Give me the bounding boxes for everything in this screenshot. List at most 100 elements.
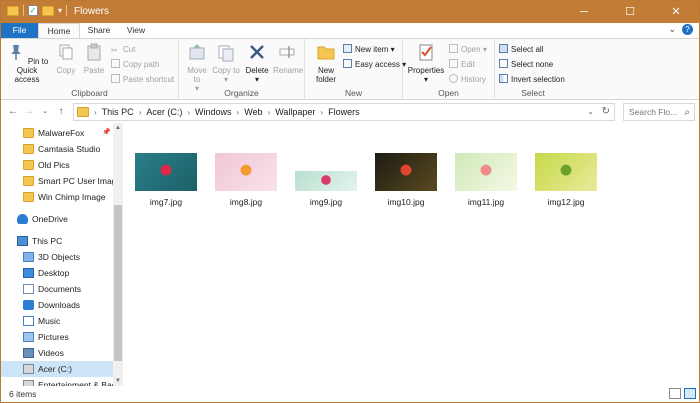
image-thumbnail[interactable] [295, 171, 357, 191]
sidebar-item-label: Camtasia Studio [38, 144, 101, 154]
sidebar-item-acer-c[interactable]: Acer (C:) [1, 361, 113, 377]
sidebar-item-pictures[interactable]: Pictures [1, 329, 113, 345]
recent-locations-chevron-icon[interactable]: ⌄ [39, 105, 51, 119]
breadcrumb-separator-icon[interactable]: › [268, 108, 271, 117]
chevron-down-icon: ▾ [482, 45, 487, 54]
breadcrumb-separator-icon[interactable]: › [320, 108, 323, 117]
breadcrumb-wallpaper[interactable]: Wallpaper [275, 107, 315, 117]
file-item[interactable]: img12.jpg [531, 153, 601, 209]
refresh-icon[interactable]: ↻ [602, 106, 610, 117]
breadcrumb-separator-icon[interactable]: › [237, 108, 240, 117]
cut-label: Cut [123, 45, 136, 54]
tab-home[interactable]: Home [38, 23, 80, 38]
history-button[interactable]: History [449, 74, 486, 85]
breadcrumb-separator-icon[interactable]: › [187, 108, 190, 117]
sidebar-item-this-pc[interactable]: This PC [1, 233, 113, 249]
paste-button[interactable]: Paste [81, 42, 107, 75]
expand-ribbon-chevron-icon[interactable]: ⌄ [668, 24, 676, 34]
breadcrumb-this-pc[interactable]: This PC [102, 107, 134, 117]
search-input[interactable]: Search Flo... ⌕ [623, 103, 695, 121]
file-name: img9.jpg [309, 197, 343, 207]
customize-toolbar-chevron-icon[interactable]: ▾ [58, 6, 62, 15]
up-arrow-icon[interactable]: ↑ [55, 105, 67, 119]
tab-share[interactable]: Share [81, 23, 117, 38]
image-thumbnail[interactable] [535, 153, 597, 191]
pin-icon[interactable]: 📌 [102, 125, 111, 141]
maximize-button[interactable]: ☐ [607, 1, 653, 23]
navigation-pane: MalwareFox 📌 Camtasia Studio Old Pics Smart … [1, 123, 123, 386]
folder-icon [23, 192, 34, 202]
sidebar-item-3d-objects[interactable]: 3D Objects [1, 249, 113, 265]
move-to-button[interactable]: Move to ▾ [183, 42, 211, 93]
file-item[interactable]: img11.jpg [451, 153, 521, 209]
new-folder-icon[interactable] [42, 5, 54, 16]
scroll-down-icon[interactable]: ▼ [113, 376, 123, 386]
image-thumbnail[interactable] [375, 153, 437, 191]
sidebar-item-old-pics[interactable]: Old Pics [1, 157, 113, 173]
sidebar-item-music[interactable]: Music [1, 313, 113, 329]
image-thumbnail[interactable] [455, 153, 517, 191]
minimize-button[interactable]: ─ [561, 1, 607, 23]
breadcrumb-separator-icon[interactable]: › [139, 108, 142, 117]
pin-to-quick-access-button[interactable]: Pin to Quick access [4, 42, 50, 84]
image-thumbnail[interactable] [135, 153, 197, 191]
help-icon[interactable]: ? [682, 24, 693, 35]
sidebar-item-downloads[interactable]: Downloads [1, 297, 113, 313]
delete-button[interactable]: Delete ▾ [243, 42, 271, 84]
toolbar-separator [66, 5, 68, 16]
sidebar-item-label: Music [38, 316, 61, 326]
properties-icon[interactable]: ✓ [28, 5, 38, 16]
sidebar-item-onedrive[interactable]: OneDrive [1, 211, 113, 227]
sidebar-item-win-chimp-image[interactable]: Win Chimp Image [1, 189, 113, 205]
pin-icon [10, 45, 21, 60]
large-icons-view-icon[interactable] [684, 388, 696, 399]
cut-button[interactable]: ✂ Cut [111, 44, 135, 55]
file-item[interactable]: img7.jpg [131, 153, 201, 209]
sidebar-item-documents[interactable]: Documents [1, 281, 113, 297]
address-history-chevron-icon[interactable]: ⌄ [587, 107, 594, 116]
easy-access-button[interactable]: Easy access ▾ [343, 59, 406, 70]
tab-view[interactable]: View [118, 23, 154, 38]
close-button[interactable]: ✕ [653, 1, 699, 23]
scrollbar-thumb[interactable] [114, 205, 122, 361]
copy-path-button[interactable]: Copy path [111, 59, 159, 70]
new-folder-button[interactable]: New folder [309, 42, 343, 84]
open-button[interactable]: Open ▾ [449, 44, 487, 55]
address-bar[interactable]: › This PC › Acer (C:) › Windows › Web › … [73, 103, 615, 121]
breadcrumb-windows[interactable]: Windows [195, 107, 232, 117]
cube-icon [23, 252, 34, 262]
sidebar-item-desktop[interactable]: Desktop [1, 265, 113, 281]
select-none-button[interactable]: Select none [499, 59, 553, 70]
image-thumbnail[interactable] [215, 153, 277, 191]
details-view-icon[interactable] [669, 388, 681, 399]
rename-button[interactable]: Rename [273, 42, 303, 75]
breadcrumb-acer-c[interactable]: Acer (C:) [146, 107, 182, 117]
copy-to-button[interactable]: Copy to ▾ [212, 42, 240, 84]
file-item[interactable]: img8.jpg [211, 153, 281, 209]
nav-scrollbar[interactable]: ▲ ▼ [113, 123, 123, 386]
sidebar-item-videos[interactable]: Videos [1, 345, 113, 361]
copy-button[interactable]: Copy [53, 42, 79, 75]
sidebar-item-camtasia-studio[interactable]: Camtasia Studio [1, 141, 113, 157]
sidebar-item-malwarefox[interactable]: MalwareFox 📌 [1, 125, 113, 141]
paste-shortcut-button[interactable]: Paste shortcut [111, 74, 174, 85]
file-list: img7.jpg img8.jpg img9.jpg img10.jpg img11.j… [123, 123, 699, 386]
sidebar-item-entertainment-bac[interactable]: Entertainment & Bac [1, 377, 113, 386]
invert-selection-button[interactable]: Invert selection [499, 74, 565, 85]
file-item[interactable]: img10.jpg [371, 153, 441, 209]
forward-arrow-icon[interactable]: → [23, 105, 35, 119]
sidebar-item-smart-pc-user-image[interactable]: Smart PC User Image [1, 173, 113, 189]
breadcrumb-web[interactable]: Web [244, 107, 262, 117]
file-item[interactable]: img9.jpg [291, 153, 361, 209]
breadcrumb-flowers[interactable]: Flowers [328, 107, 360, 117]
tab-file[interactable]: File [1, 23, 38, 38]
scroll-up-icon[interactable]: ▲ [113, 123, 123, 133]
new-item-button[interactable]: New item ▾ [343, 44, 395, 55]
properties-button[interactable]: Properties ▾ [407, 42, 445, 84]
back-arrow-icon[interactable]: ← [7, 105, 19, 119]
sidebar-item-label: 3D Objects [38, 252, 81, 262]
music-icon [23, 316, 34, 326]
select-all-button[interactable]: Select all [499, 44, 543, 55]
sidebar-item-label: Smart PC User Image [38, 176, 113, 186]
edit-button[interactable]: Edit [449, 59, 475, 70]
